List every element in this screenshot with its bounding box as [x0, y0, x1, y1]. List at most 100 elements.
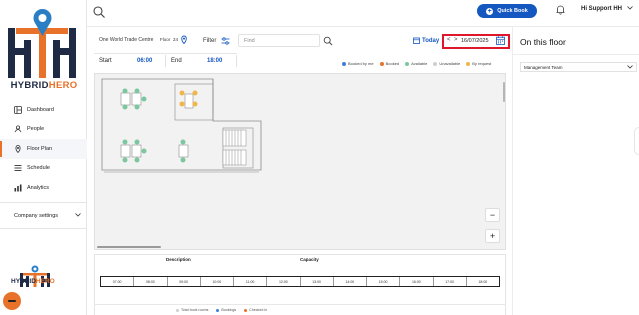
table-divider	[94, 304, 506, 305]
timeline-tick: 14:00	[334, 277, 367, 286]
floor-label: Floor	[160, 37, 171, 42]
team-select[interactable]: Management Team	[520, 62, 637, 72]
sidebar-item-dashboard[interactable]: Dashboard	[0, 100, 87, 120]
desk-seat-by-request[interactable]	[179, 90, 185, 96]
timeline-tick: 12:00	[267, 277, 301, 286]
sidebar-item-people[interactable]: People	[0, 120, 87, 140]
desk-cluster[interactable]	[120, 139, 147, 163]
timeline-tick: 13:00	[301, 277, 334, 286]
bell-icon[interactable]	[556, 5, 565, 15]
desk-seat-available[interactable]	[122, 139, 128, 145]
desk-seat-available[interactable]	[134, 104, 140, 110]
floor-plan-canvas[interactable]	[94, 73, 506, 250]
panel-divider	[512, 54, 639, 55]
logo-wordmark: HYBRIDHERO	[10, 80, 78, 91]
desk-seat-available[interactable]	[134, 139, 140, 145]
end-time-select[interactable]: 18:00	[207, 58, 222, 64]
timeline-tick: 07:00	[101, 277, 135, 286]
desk-seat-available[interactable]	[134, 157, 140, 163]
chevron-down-icon	[75, 213, 81, 219]
building-name[interactable]: One World Trade Centre	[99, 37, 153, 43]
sidebar-nav: Dashboard People Floor Plan Schedule Ana…	[0, 100, 87, 203]
user-menu[interactable]: Hi Support HH	[581, 6, 622, 12]
sidebar-item-floor-plan[interactable]: Floor Plan	[0, 139, 87, 159]
legend-dot	[342, 61, 346, 66]
desk-seat-available[interactable]	[122, 157, 128, 163]
sidebar-divider	[0, 228, 87, 229]
sidebar-item-label: Floor Plan	[27, 145, 53, 152]
sidebar-item-label: Schedule	[27, 165, 50, 172]
horizontal-scrollbar[interactable]	[97, 246, 161, 248]
timeline-tick: 15:00	[367, 277, 401, 286]
location-pin-icon[interactable]	[180, 35, 188, 45]
desk-seat-available[interactable]	[134, 88, 140, 94]
desk-seat-by-request[interactable]	[179, 101, 185, 107]
chat-button[interactable]	[3, 292, 21, 310]
hybridhero-logo[interactable]	[4, 6, 80, 90]
desk-seat-available[interactable]	[122, 104, 128, 110]
desk-seat-available[interactable]	[180, 157, 186, 163]
legend-dot	[466, 61, 471, 66]
legend-booked-by-me: Booked by me	[342, 61, 374, 66]
floor-number[interactable]: 24	[173, 37, 178, 42]
timeline-tick: 16:00	[400, 277, 434, 286]
chevron-down-icon	[627, 64, 633, 70]
desk-cluster[interactable]	[120, 88, 147, 110]
sidebar-divider	[0, 201, 87, 203]
sidebar-item-label: People	[27, 126, 45, 133]
company-settings-label: Company settings	[14, 213, 59, 219]
find-search-icon[interactable]	[320, 34, 335, 47]
desk-seat-available[interactable]	[180, 139, 186, 145]
search-icon[interactable]	[92, 5, 106, 19]
desk-cluster-by-request[interactable]	[179, 90, 198, 109]
sidebar-item-label: Analytics	[27, 184, 50, 191]
timeline-tick: 11:00	[234, 277, 268, 286]
zoom-in-button[interactable]: +	[485, 229, 500, 243]
timeline-tick: 08:00	[134, 277, 168, 286]
team-select-value: Management Team	[524, 64, 563, 70]
desk-seat-available[interactable]	[122, 88, 128, 94]
desk-layout	[120, 88, 198, 163]
panel-collapse-handle[interactable]	[634, 127, 639, 155]
legend-dot	[216, 308, 220, 312]
timeline-tick: 09:00	[168, 277, 201, 286]
dashboard-icon	[14, 105, 22, 114]
desk-seat-by-request[interactable]	[192, 101, 198, 107]
desk-seat-by-request[interactable]	[192, 90, 198, 96]
time-divider	[165, 55, 166, 67]
plus-icon: +	[486, 7, 494, 15]
zoom-out-button[interactable]: −	[485, 208, 500, 222]
previous-day-button[interactable]: <	[447, 37, 451, 43]
timeline-ruler: 07:00 08:00 09:00 10:00 11:00 12:00 13:0…	[100, 276, 500, 287]
today-button[interactable]: Today	[422, 38, 439, 44]
panel-title: On this floor	[520, 37, 566, 47]
description-header: Description	[166, 257, 191, 262]
legend-available: Available	[405, 61, 427, 66]
today-icon[interactable]	[413, 37, 420, 44]
quick-book-button[interactable]: + Quick Book	[477, 4, 537, 18]
time-divider	[236, 55, 237, 67]
bookings-legend: Total book rooms Bookings Checked in	[176, 308, 267, 312]
find-input[interactable]: Find	[238, 34, 320, 47]
legend-unavailable: Unavailable	[433, 61, 460, 66]
legend-total-book-rooms: Total book rooms	[176, 308, 208, 312]
start-time-select[interactable]: 06:00	[137, 58, 152, 64]
next-day-button[interactable]: >	[454, 37, 458, 43]
vertical-scrollbar[interactable]	[503, 82, 505, 102]
desk-seat-available[interactable]	[141, 96, 147, 102]
people-icon	[14, 125, 22, 133]
legend-dot	[405, 61, 410, 66]
capacity-header: Capacity	[300, 257, 319, 262]
company-settings-menu[interactable]: Company settings	[0, 207, 87, 225]
legend-by-request: By request	[466, 61, 491, 66]
analytics-icon	[14, 184, 22, 192]
calendar-icon[interactable]	[496, 36, 505, 45]
desk-seat-available[interactable]	[141, 148, 147, 154]
sidebar-item-schedule[interactable]: Schedule	[0, 159, 87, 179]
desk-cluster[interactable]	[178, 139, 189, 163]
filter-sliders-icon[interactable]	[221, 37, 230, 45]
date-value[interactable]: 16/07/2025	[461, 38, 489, 44]
filter-label[interactable]: Filter	[203, 38, 216, 44]
sidebar-item-analytics[interactable]: Analytics	[0, 178, 87, 198]
chevron-down-icon[interactable]	[627, 6, 633, 12]
